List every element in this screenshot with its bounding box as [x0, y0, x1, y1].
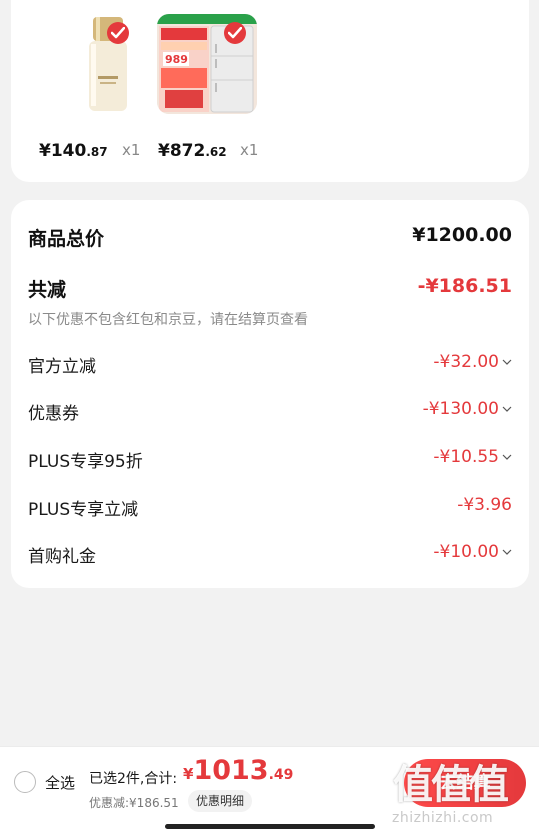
select-all-label[interactable]: 全选 — [45, 772, 75, 793]
chevron-down-icon — [502, 406, 512, 412]
discount-value: -¥3.96 — [457, 495, 512, 515]
discount-detail-button[interactable]: 优惠明细 — [188, 790, 253, 812]
discount-label: 官方立减 — [28, 357, 96, 377]
svg-text:989: 989 — [165, 53, 188, 66]
discount-value: -¥10.55 — [433, 447, 512, 467]
discount-total-text: 优惠减:¥186.51 — [89, 796, 179, 810]
cart-total-price: ¥1013.49 — [183, 755, 294, 786]
total-reduction-label: 共减 — [28, 279, 67, 301]
product-2-checkbox[interactable] — [224, 22, 246, 44]
watermark-logo: 值值值 — [393, 762, 509, 808]
chevron-down-icon — [502, 454, 512, 460]
discount-value: -¥32.00 — [433, 352, 512, 372]
product-2-quantity: x1 — [240, 141, 259, 159]
total-reduction-value: -¥186.51 — [417, 275, 512, 297]
select-all-radio[interactable] — [14, 771, 36, 793]
checkmark-icon — [111, 27, 125, 39]
total-price-value: ¥1200.00 — [412, 224, 512, 246]
price-summary-card: 商品总价 ¥1200.00 共减 -¥186.51 以下优惠不包含红包和京豆，请… — [11, 200, 529, 588]
discount-row-plus-95[interactable]: PLUS专享95折 -¥10.55 — [28, 447, 512, 473]
watermark-url: zhizhizhi.com — [392, 810, 494, 826]
discount-row-official[interactable]: 官方立减 -¥32.00 — [28, 352, 512, 378]
chevron-down-icon — [502, 549, 512, 555]
home-indicator — [165, 824, 375, 829]
discount-row-plus-reduce: PLUS专享立减 -¥3.96 — [28, 495, 512, 521]
discount-label: 首购礼金 — [28, 547, 96, 567]
chevron-down-icon — [502, 359, 512, 365]
product-1-price: ¥140.87 — [39, 141, 108, 161]
selected-count-text: 已选2件,合计: — [89, 771, 178, 787]
cart-items-card: ¥140.87 x1 989 ¥872.62 x1 — [11, 0, 529, 182]
checkmark-icon — [228, 27, 242, 39]
total-price-row: 商品总价 ¥1200.00 — [28, 224, 512, 252]
product-1-checkbox[interactable] — [107, 22, 129, 44]
total-reduction-row: 共减 -¥186.51 — [28, 275, 512, 303]
total-price-label: 商品总价 — [28, 228, 105, 250]
discount-value: -¥130.00 — [423, 399, 512, 419]
discount-label: PLUS专享95折 — [28, 452, 143, 472]
product-1-quantity: x1 — [122, 141, 141, 159]
discount-note: 以下优惠不包含红包和京豆，请在结算页查看 — [28, 312, 308, 328]
discount-value: -¥10.00 — [433, 542, 512, 562]
product-2-price: ¥872.62 — [158, 141, 227, 161]
discount-label: 优惠券 — [28, 404, 79, 424]
discount-label: PLUS专享立减 — [28, 500, 139, 520]
discount-row-coupon[interactable]: 优惠券 -¥130.00 — [28, 399, 512, 425]
discount-row-first-purchase[interactable]: 首购礼金 -¥10.00 — [28, 542, 512, 568]
